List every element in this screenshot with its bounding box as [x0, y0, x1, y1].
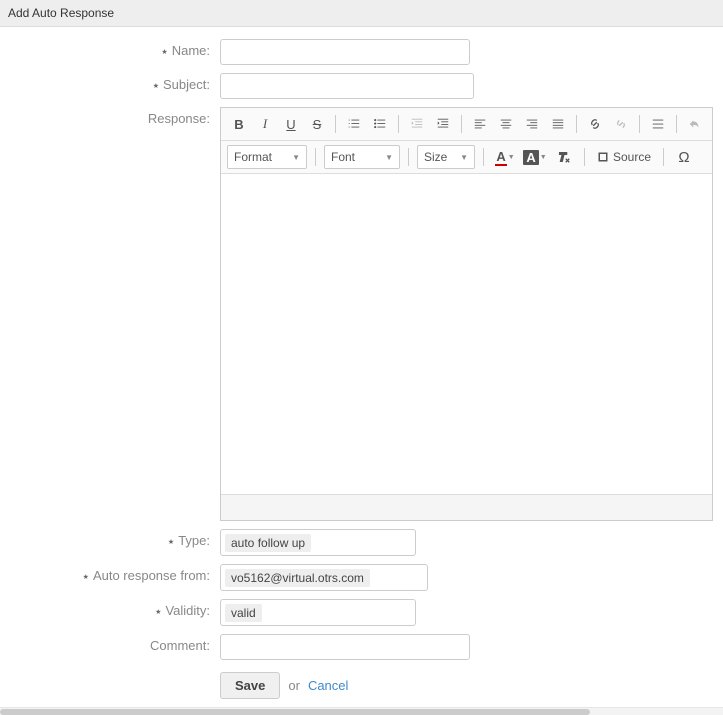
- type-value: auto follow up: [225, 534, 311, 552]
- separator: [639, 115, 640, 133]
- row-actions: Save or Cancel: [0, 668, 723, 699]
- row-name: Name:: [0, 39, 723, 65]
- separator: [676, 115, 677, 133]
- editor-content-area[interactable]: [221, 174, 712, 494]
- type-select[interactable]: auto follow up: [220, 529, 416, 556]
- align-center-icon[interactable]: [494, 112, 518, 136]
- editor-toolbar-2: Format ▼ Font ▼ Size ▼ A: [221, 141, 712, 174]
- form: Name: Subject: Response: B I U S: [0, 27, 723, 699]
- strikethrough-icon[interactable]: S: [305, 112, 329, 136]
- align-right-icon[interactable]: [520, 112, 544, 136]
- size-dropdown[interactable]: Size ▼: [417, 145, 475, 169]
- editor-toolbar-1: B I U S: [221, 108, 712, 141]
- align-justify-icon[interactable]: [546, 112, 570, 136]
- label-name: Name:: [0, 39, 220, 58]
- row-comment: Comment:: [0, 634, 723, 660]
- source-button[interactable]: Source: [593, 148, 655, 166]
- outdent-icon[interactable]: [405, 112, 429, 136]
- separator: [315, 148, 316, 166]
- row-validity: Validity: valid: [0, 599, 723, 626]
- separator: [335, 115, 336, 133]
- scrollbar-thumb[interactable]: [0, 709, 590, 715]
- label-subject: Subject:: [0, 73, 220, 92]
- format-label: Format: [234, 150, 272, 164]
- separator: [584, 148, 585, 166]
- label-empty: [0, 668, 220, 672]
- chevron-down-icon: ▼: [385, 153, 393, 162]
- save-button[interactable]: Save: [220, 672, 280, 699]
- separator: [576, 115, 577, 133]
- from-value: vo5162@virtual.otrs.com: [225, 569, 370, 587]
- from-select[interactable]: vo5162@virtual.otrs.com: [220, 564, 428, 591]
- special-char-icon[interactable]: Ω: [672, 145, 696, 169]
- validity-value: valid: [225, 604, 262, 622]
- row-type: Type: auto follow up: [0, 529, 723, 556]
- page-title: Add Auto Response: [8, 6, 114, 20]
- comment-input[interactable]: [220, 634, 470, 660]
- undo-icon[interactable]: [683, 112, 707, 136]
- text-color-button[interactable]: A ▼: [492, 145, 518, 169]
- link-icon[interactable]: [583, 112, 607, 136]
- label-validity: Validity:: [0, 599, 220, 618]
- bg-color-button[interactable]: A ▼: [522, 145, 548, 169]
- ordered-list-icon[interactable]: [342, 112, 366, 136]
- underline-icon[interactable]: U: [279, 112, 303, 136]
- validity-select[interactable]: valid: [220, 599, 416, 626]
- font-dropdown[interactable]: Font ▼: [324, 145, 400, 169]
- label-from: Auto response from:: [0, 564, 220, 583]
- remove-format-icon[interactable]: [552, 145, 576, 169]
- italic-icon[interactable]: I: [253, 112, 277, 136]
- separator: [398, 115, 399, 133]
- row-response: Response: B I U S: [0, 107, 723, 521]
- label-response: Response:: [0, 107, 220, 126]
- horizontal-rule-icon[interactable]: [646, 112, 670, 136]
- horizontal-scrollbar[interactable]: [0, 707, 723, 715]
- separator: [408, 148, 409, 166]
- richtext-editor: B I U S: [220, 107, 713, 521]
- source-label: Source: [613, 150, 651, 164]
- unordered-list-icon[interactable]: [368, 112, 392, 136]
- font-label: Font: [331, 150, 355, 164]
- indent-icon[interactable]: [431, 112, 455, 136]
- row-subject: Subject:: [0, 73, 723, 99]
- format-dropdown[interactable]: Format ▼: [227, 145, 307, 169]
- chevron-down-icon: ▼: [540, 154, 547, 161]
- align-left-icon[interactable]: [468, 112, 492, 136]
- unlink-icon[interactable]: [609, 112, 633, 136]
- separator: [483, 148, 484, 166]
- bold-icon[interactable]: B: [227, 112, 251, 136]
- chevron-down-icon: ▼: [460, 153, 468, 162]
- size-label: Size: [424, 150, 447, 164]
- label-type: Type:: [0, 529, 220, 548]
- name-input[interactable]: [220, 39, 470, 65]
- row-from: Auto response from: vo5162@virtual.otrs.…: [0, 564, 723, 591]
- editor-statusbar: [221, 494, 712, 520]
- label-comment: Comment:: [0, 634, 220, 653]
- or-text: or: [288, 678, 300, 693]
- chevron-down-icon: ▼: [292, 153, 300, 162]
- page-header: Add Auto Response: [0, 0, 723, 27]
- cancel-link[interactable]: Cancel: [308, 678, 348, 693]
- chevron-down-icon: ▼: [508, 154, 515, 161]
- subject-input[interactable]: [220, 73, 474, 99]
- separator: [461, 115, 462, 133]
- separator: [663, 148, 664, 166]
